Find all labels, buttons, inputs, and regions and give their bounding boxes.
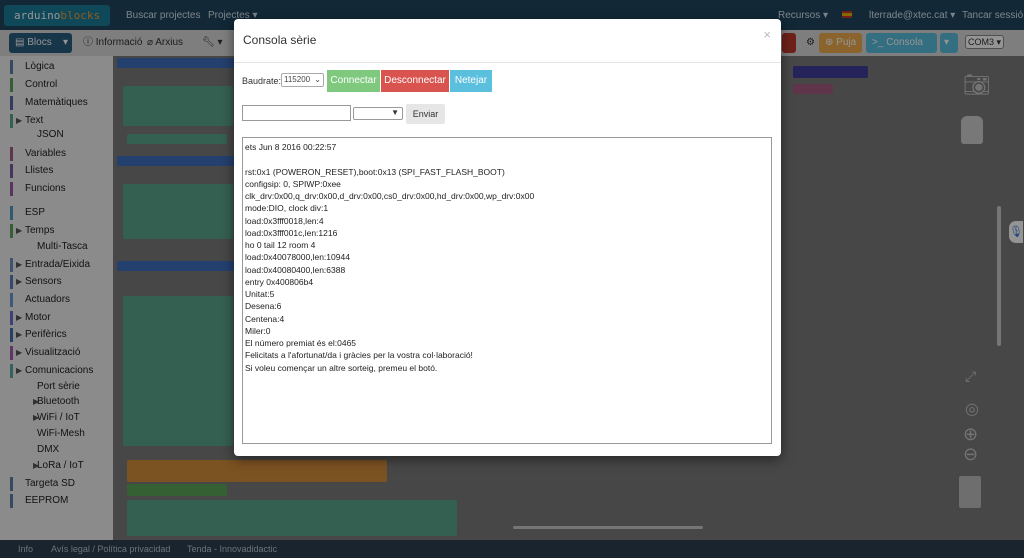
console-line: Si voleu començar un altre sorteig, prem… — [245, 362, 438, 373]
baudrate-select[interactable]: 115200 ⌄ — [281, 73, 324, 87]
console-line: mode:DIO, clock div:1 — [245, 203, 329, 214]
console-line: load:0x40078000,len:10944 — [245, 252, 350, 263]
console-line: clk_drv:0x00,q_drv:0x00,d_drv:0x00,cs0_d… — [245, 191, 535, 201]
baudrate-value: 115200 — [284, 75, 311, 84]
line-ending-select[interactable]: ▼ — [353, 107, 403, 120]
baudrate-label: Baudrate: — [242, 76, 282, 86]
console-line: configsip: 0, SPIWP:0xee — [245, 178, 341, 189]
modal-title: Consola sèrie — [243, 33, 317, 47]
send-text-input[interactable] — [242, 105, 351, 121]
modal-divider — [234, 62, 781, 63]
console-line: Centena:4 — [245, 313, 285, 324]
send-button[interactable]: Enviar — [406, 104, 445, 124]
console-line: ets Jun 8 2016 00:22:57 — [245, 142, 337, 152]
console-line: load:0x3fff0018,len:4 — [245, 215, 324, 226]
console-line: load:0x3fff001c,len:1216 — [245, 227, 338, 238]
chevron-down-icon: ▼ — [391, 108, 399, 117]
console-line: rst:0x1 (POWERON_RESET),boot:0x13 (SPI_F… — [245, 166, 505, 177]
console-line: load:0x40080400,len:6388 — [245, 264, 346, 275]
console-line: ho 0 tail 12 room 4 — [245, 240, 316, 250]
connect-button[interactable]: Connectar — [327, 70, 380, 92]
clear-button[interactable]: Netejar — [450, 70, 492, 92]
close-icon[interactable]: × — [763, 27, 771, 42]
console-line: Unitat:5 — [245, 289, 275, 299]
console-line: Miler:0 — [245, 325, 271, 336]
console-line: Felicitats a l'afortunat/da i gràcies pe… — [245, 350, 473, 361]
chevron-down-icon: ⌄ — [314, 75, 321, 84]
serial-output-area[interactable]: ets Jun 8 2016 00:22:57 rst:0x1 (POWERON_… — [242, 137, 772, 444]
console-line: entry 0x400806b4 — [245, 276, 314, 287]
serial-console-modal: Consola sèrie × Baudrate: 115200 ⌄ Connec… — [234, 19, 781, 456]
disconnect-button[interactable]: Desconnectar — [381, 70, 449, 92]
console-line: El número premiat és el:0465 — [245, 338, 357, 348]
console-line: Desena:6 — [245, 301, 282, 312]
